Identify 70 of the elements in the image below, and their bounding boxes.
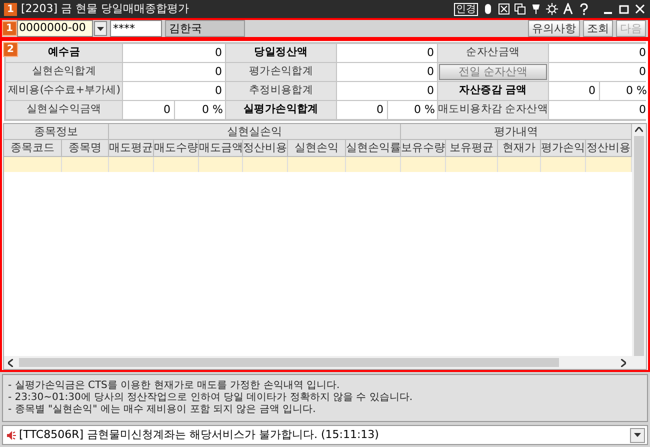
field-label: 실평가손익합계 [226, 101, 336, 119]
caret-icon [634, 433, 641, 437]
note-text: - 23:30~01:30에 당사의 정산작업으로 인하여 당일 데이타가 정확하지 않을 수 있습니다. [8, 392, 414, 404]
value-cell: 0 [337, 63, 437, 81]
pin-icon[interactable] [530, 3, 542, 15]
column-header[interactable]: 실현손익 [288, 140, 346, 156]
column-group-header: 실현실손익 [109, 124, 401, 139]
field-label: 제비용(수수료+부가세) [6, 82, 122, 100]
caret-icon [96, 26, 104, 30]
column-group-header: 종목정보 [4, 124, 109, 139]
percent-cell: 0 % [388, 101, 437, 119]
value-cell: 0 [123, 44, 225, 62]
value-cell: 0 [549, 101, 648, 119]
value-cell: 0 [123, 101, 174, 119]
maximize-icon[interactable] [618, 3, 630, 15]
password-field[interactable]: **** [110, 20, 162, 37]
action-button[interactable]: 조회 [583, 20, 613, 37]
dropdown-button[interactable] [94, 21, 107, 36]
account-field[interactable]: 0000000-00 [16, 20, 93, 37]
value-cell: 0 [123, 82, 225, 100]
column-header[interactable]: 보유수량 [401, 140, 446, 156]
window-badge: 1 [4, 2, 17, 16]
column-header[interactable]: 정산비용 [243, 140, 288, 156]
value-cell: 0 [337, 101, 386, 119]
field-label: 당일정산액 [226, 44, 336, 62]
help-icon[interactable] [578, 3, 590, 15]
dropdown-button[interactable] [630, 428, 645, 442]
percent-cell: 0 % [174, 101, 225, 119]
field-label: 추정비용합계 [226, 82, 336, 100]
field-label: 순자산금액 [438, 44, 548, 62]
column-header[interactable]: 보유평균 [446, 140, 498, 156]
field-label: 자산증감 금액 [438, 82, 548, 100]
value-cell: 0 [337, 44, 437, 62]
window-title: [2203] 금 현물 당일매매종합평가 [20, 0, 190, 17]
field-label: 실현실수익금액 [6, 101, 122, 119]
column-header[interactable]: 평가손익 [541, 140, 586, 156]
horizontal-scrollbar[interactable] [4, 356, 646, 369]
column-header[interactable]: 종목명 [62, 140, 109, 156]
mouse-icon[interactable] [482, 3, 494, 15]
section-badge: 2 [3, 42, 18, 57]
value-cell: 0 [549, 44, 648, 62]
status-message: [TTC8506R] 금현물미신청계좌는 해당서비스가 불가합니다. (15:11:13) [19, 426, 379, 443]
column-header[interactable]: 매도수량 [154, 140, 199, 156]
section-badge: 1 [2, 21, 17, 36]
close-box-icon[interactable] [498, 3, 510, 15]
link-toggle[interactable]: 인경 [454, 2, 478, 16]
column-header[interactable]: 종목코드 [4, 140, 62, 156]
value-cell: 0 [123, 63, 225, 81]
vertical-scrollbar[interactable] [632, 124, 646, 356]
field-label: 평가손익합계 [226, 63, 336, 81]
field-label: 실현손익합계 [6, 63, 122, 81]
column-header[interactable]: 매도평균 [109, 140, 154, 156]
column-header[interactable]: 매도금액 [199, 140, 243, 156]
field-button[interactable]: 전일 순자산액 [439, 64, 547, 80]
font-icon[interactable] [562, 3, 574, 15]
value-cell: 0 [549, 63, 648, 81]
value-cell: 0 [337, 82, 437, 100]
field-label: 매도비용차감 순자산액 [438, 101, 548, 119]
column-header[interactable]: 현재가 [498, 140, 541, 156]
action-button[interactable]: 유의사항 [528, 20, 580, 37]
percent-cell: 0 % [600, 82, 648, 100]
close-icon[interactable] [634, 3, 646, 15]
value-cell: 0 [549, 82, 598, 100]
gear-icon[interactable] [546, 3, 558, 15]
name-field: 김한국 [164, 20, 245, 37]
column-header[interactable]: 실현손익률 [346, 140, 401, 156]
speaker-icon [7, 430, 16, 440]
note-text: - 실평가손익금은 CTS를 이용한 현재가로 매도를 가정한 손익내역 입니다. [8, 380, 341, 392]
note-text: - 종목별 "실현손익" 에는 매수 제비용이 포함 되지 않은 금액 입니다. [8, 404, 317, 416]
windows-icon[interactable] [514, 3, 526, 15]
